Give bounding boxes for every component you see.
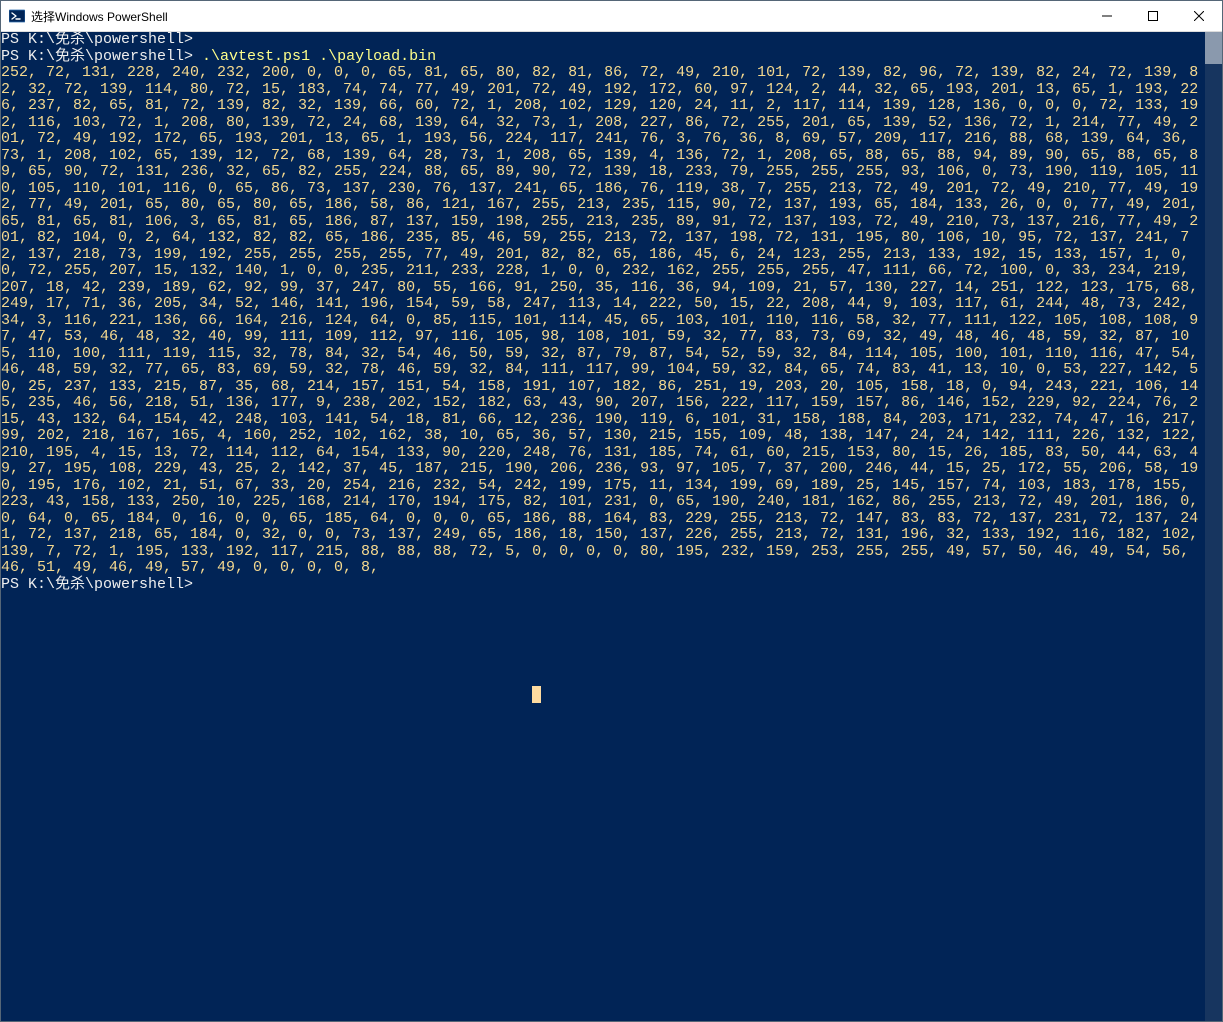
window-title: 选择Windows PowerShell: [31, 8, 1084, 25]
text-cursor: [532, 686, 541, 703]
prompt-line: PS K:\免杀\powershell>: [1, 32, 193, 48]
scrollbar-thumb[interactable]: [1205, 32, 1222, 64]
terminal-area: PS K:\免杀\powershell> PS K:\免杀\powershell…: [1, 32, 1222, 1021]
powershell-window: 选择Windows PowerShell PS K:\免杀\powershell…: [0, 0, 1223, 1022]
close-button[interactable]: [1176, 1, 1222, 31]
terminal[interactable]: PS K:\免杀\powershell> PS K:\免杀\powershell…: [1, 32, 1205, 1021]
titlebar[interactable]: 选择Windows PowerShell: [1, 1, 1222, 32]
vertical-scrollbar[interactable]: [1205, 32, 1222, 1021]
byte-output: 252, 72, 131, 228, 240, 232, 200, 0, 0, …: [1, 64, 1205, 576]
command-text: .\avtest.ps1 .\payload.bin: [202, 48, 436, 65]
powershell-icon: [9, 8, 25, 24]
maximize-button[interactable]: [1130, 1, 1176, 31]
prompt-line: PS K:\免杀\powershell>: [1, 48, 193, 65]
prompt-line: PS K:\免杀\powershell>: [1, 576, 193, 593]
minimize-button[interactable]: [1084, 1, 1130, 31]
window-controls: [1084, 1, 1222, 31]
